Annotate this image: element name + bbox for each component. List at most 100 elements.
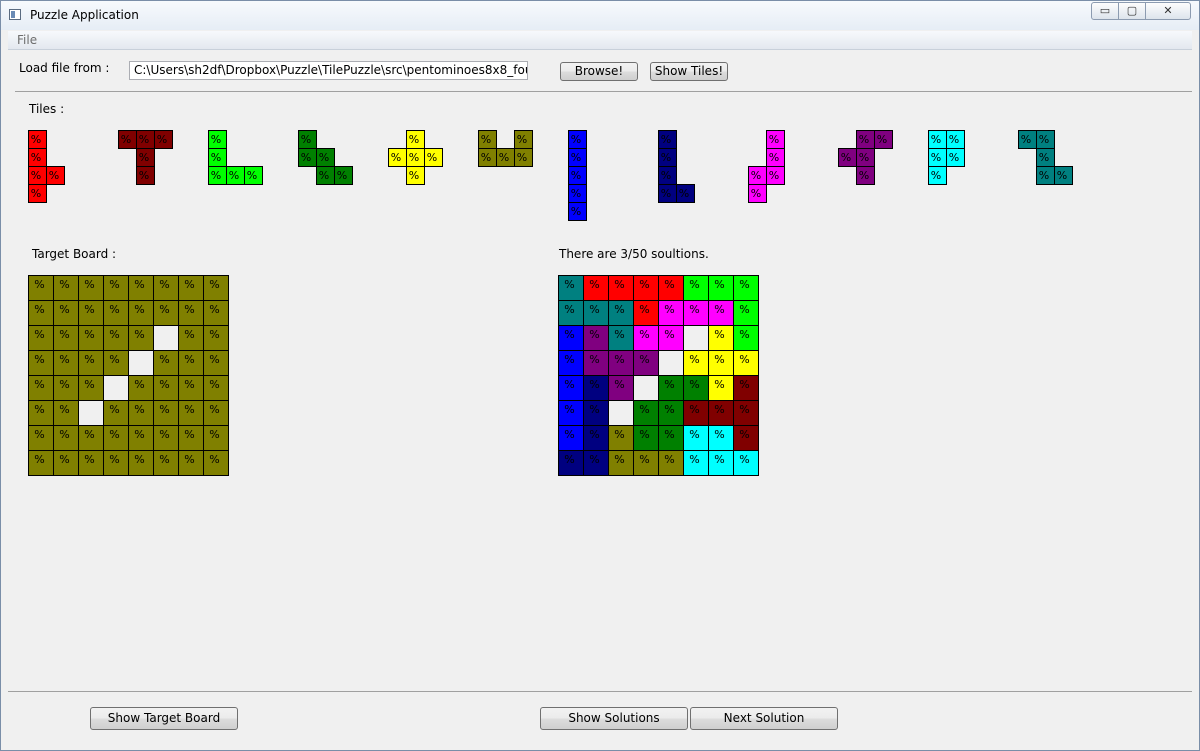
- board-cell: %: [683, 400, 709, 426]
- tile-cell: %: [928, 148, 947, 167]
- board-cell: [103, 375, 129, 401]
- board-cell: %: [583, 425, 609, 451]
- board-cell: %: [558, 425, 584, 451]
- board-cell: %: [153, 350, 179, 376]
- board-cell: %: [583, 400, 609, 426]
- board-cell: %: [683, 300, 709, 326]
- board-cell: %: [633, 450, 659, 476]
- board-cell: %: [203, 450, 229, 476]
- show-tiles-button[interactable]: Show Tiles!: [650, 62, 728, 81]
- menu-file[interactable]: File: [17, 33, 37, 47]
- board-cell: %: [28, 375, 54, 401]
- title-bar[interactable]: Puzzle Application ▭ ▢ ✕: [1, 1, 1199, 30]
- board-cell: %: [633, 275, 659, 301]
- maximize-button[interactable]: ▢: [1118, 2, 1146, 20]
- board-cell: %: [53, 275, 79, 301]
- tile-cell: %: [1054, 166, 1073, 185]
- board-cell: %: [103, 425, 129, 451]
- board-cell: %: [153, 400, 179, 426]
- board-cell: %: [608, 450, 634, 476]
- show-target-board-button[interactable]: Show Target Board: [90, 707, 238, 730]
- tile-cell: %: [658, 130, 677, 149]
- board-cell: %: [28, 275, 54, 301]
- tile-cell: %: [766, 148, 785, 167]
- separator: [8, 691, 1192, 692]
- tile-cell: %: [748, 166, 767, 185]
- tile-cell: %: [568, 166, 587, 185]
- minimize-button[interactable]: ▭: [1091, 2, 1119, 20]
- board-cell: %: [658, 275, 684, 301]
- tile-cell: %: [514, 148, 533, 167]
- tile-cell: %: [226, 166, 245, 185]
- board-cell: %: [78, 325, 104, 351]
- tile-cell: %: [406, 166, 425, 185]
- board-cell: %: [583, 325, 609, 351]
- board-cell: %: [203, 300, 229, 326]
- separator: [15, 91, 1192, 92]
- next-solution-button[interactable]: Next Solution: [690, 707, 838, 730]
- board-cell: %: [658, 450, 684, 476]
- board-cell: %: [53, 425, 79, 451]
- board-cell: %: [658, 300, 684, 326]
- board-cell: %: [558, 275, 584, 301]
- tile-cell: %: [298, 148, 317, 167]
- window-title: Puzzle Application: [30, 8, 139, 22]
- tile-cell: %: [658, 148, 677, 167]
- application-window: Puzzle Application ▭ ▢ ✕ File Load file …: [0, 0, 1200, 751]
- tile-cell: %: [136, 166, 155, 185]
- board-cell: %: [733, 275, 759, 301]
- board-cell: %: [78, 275, 104, 301]
- board-cell: %: [103, 275, 129, 301]
- board-cell: %: [733, 400, 759, 426]
- board-cell: %: [683, 425, 709, 451]
- board-cell: %: [583, 350, 609, 376]
- tile-cell: %: [244, 166, 263, 185]
- board-cell: %: [633, 300, 659, 326]
- tile-cell: %: [208, 166, 227, 185]
- tile-cell: %: [658, 166, 677, 185]
- board-cell: %: [128, 400, 154, 426]
- board-cell: %: [203, 375, 229, 401]
- board-cell: %: [103, 350, 129, 376]
- file-path-input[interactable]: C:\Users\sh2df\Dropbox\Puzzle\TilePuzzle…: [129, 61, 528, 80]
- tile-cell: %: [766, 166, 785, 185]
- board-cell: %: [128, 450, 154, 476]
- tile-cell: %: [334, 166, 353, 185]
- tile-cell: %: [1036, 148, 1055, 167]
- board-cell: %: [583, 275, 609, 301]
- board-cell: %: [153, 425, 179, 451]
- board-cell: %: [733, 350, 759, 376]
- board-cell: %: [633, 400, 659, 426]
- board-cell: %: [733, 325, 759, 351]
- app-icon: [9, 9, 21, 20]
- board-cell: %: [708, 375, 734, 401]
- tile-cell: %: [514, 130, 533, 149]
- board-cell: %: [633, 350, 659, 376]
- board-cell: %: [583, 300, 609, 326]
- tile-cell: %: [856, 166, 875, 185]
- tile-cell: %: [388, 148, 407, 167]
- tile-cell: %: [28, 130, 47, 149]
- browse-button[interactable]: Browse!: [560, 62, 638, 81]
- board-cell: [78, 400, 104, 426]
- board-cell: %: [708, 275, 734, 301]
- board-cell: %: [658, 325, 684, 351]
- tile-cell: %: [568, 130, 587, 149]
- board-cell: %: [733, 300, 759, 326]
- board-cell: %: [153, 275, 179, 301]
- tile-cell: %: [316, 148, 335, 167]
- close-button[interactable]: ✕: [1145, 2, 1191, 20]
- tile-cell: %: [496, 148, 515, 167]
- board-cell: %: [78, 450, 104, 476]
- board-cell: %: [78, 350, 104, 376]
- board-cell: %: [583, 375, 609, 401]
- board-cell: %: [178, 300, 204, 326]
- board-cell: %: [178, 450, 204, 476]
- tile-cell: %: [154, 130, 173, 149]
- tile-cell: %: [838, 148, 857, 167]
- board-cell: %: [78, 300, 104, 326]
- tile-cell: %: [928, 166, 947, 185]
- show-solutions-button[interactable]: Show Solutions: [540, 707, 688, 730]
- board-cell: %: [203, 325, 229, 351]
- board-cell: %: [558, 325, 584, 351]
